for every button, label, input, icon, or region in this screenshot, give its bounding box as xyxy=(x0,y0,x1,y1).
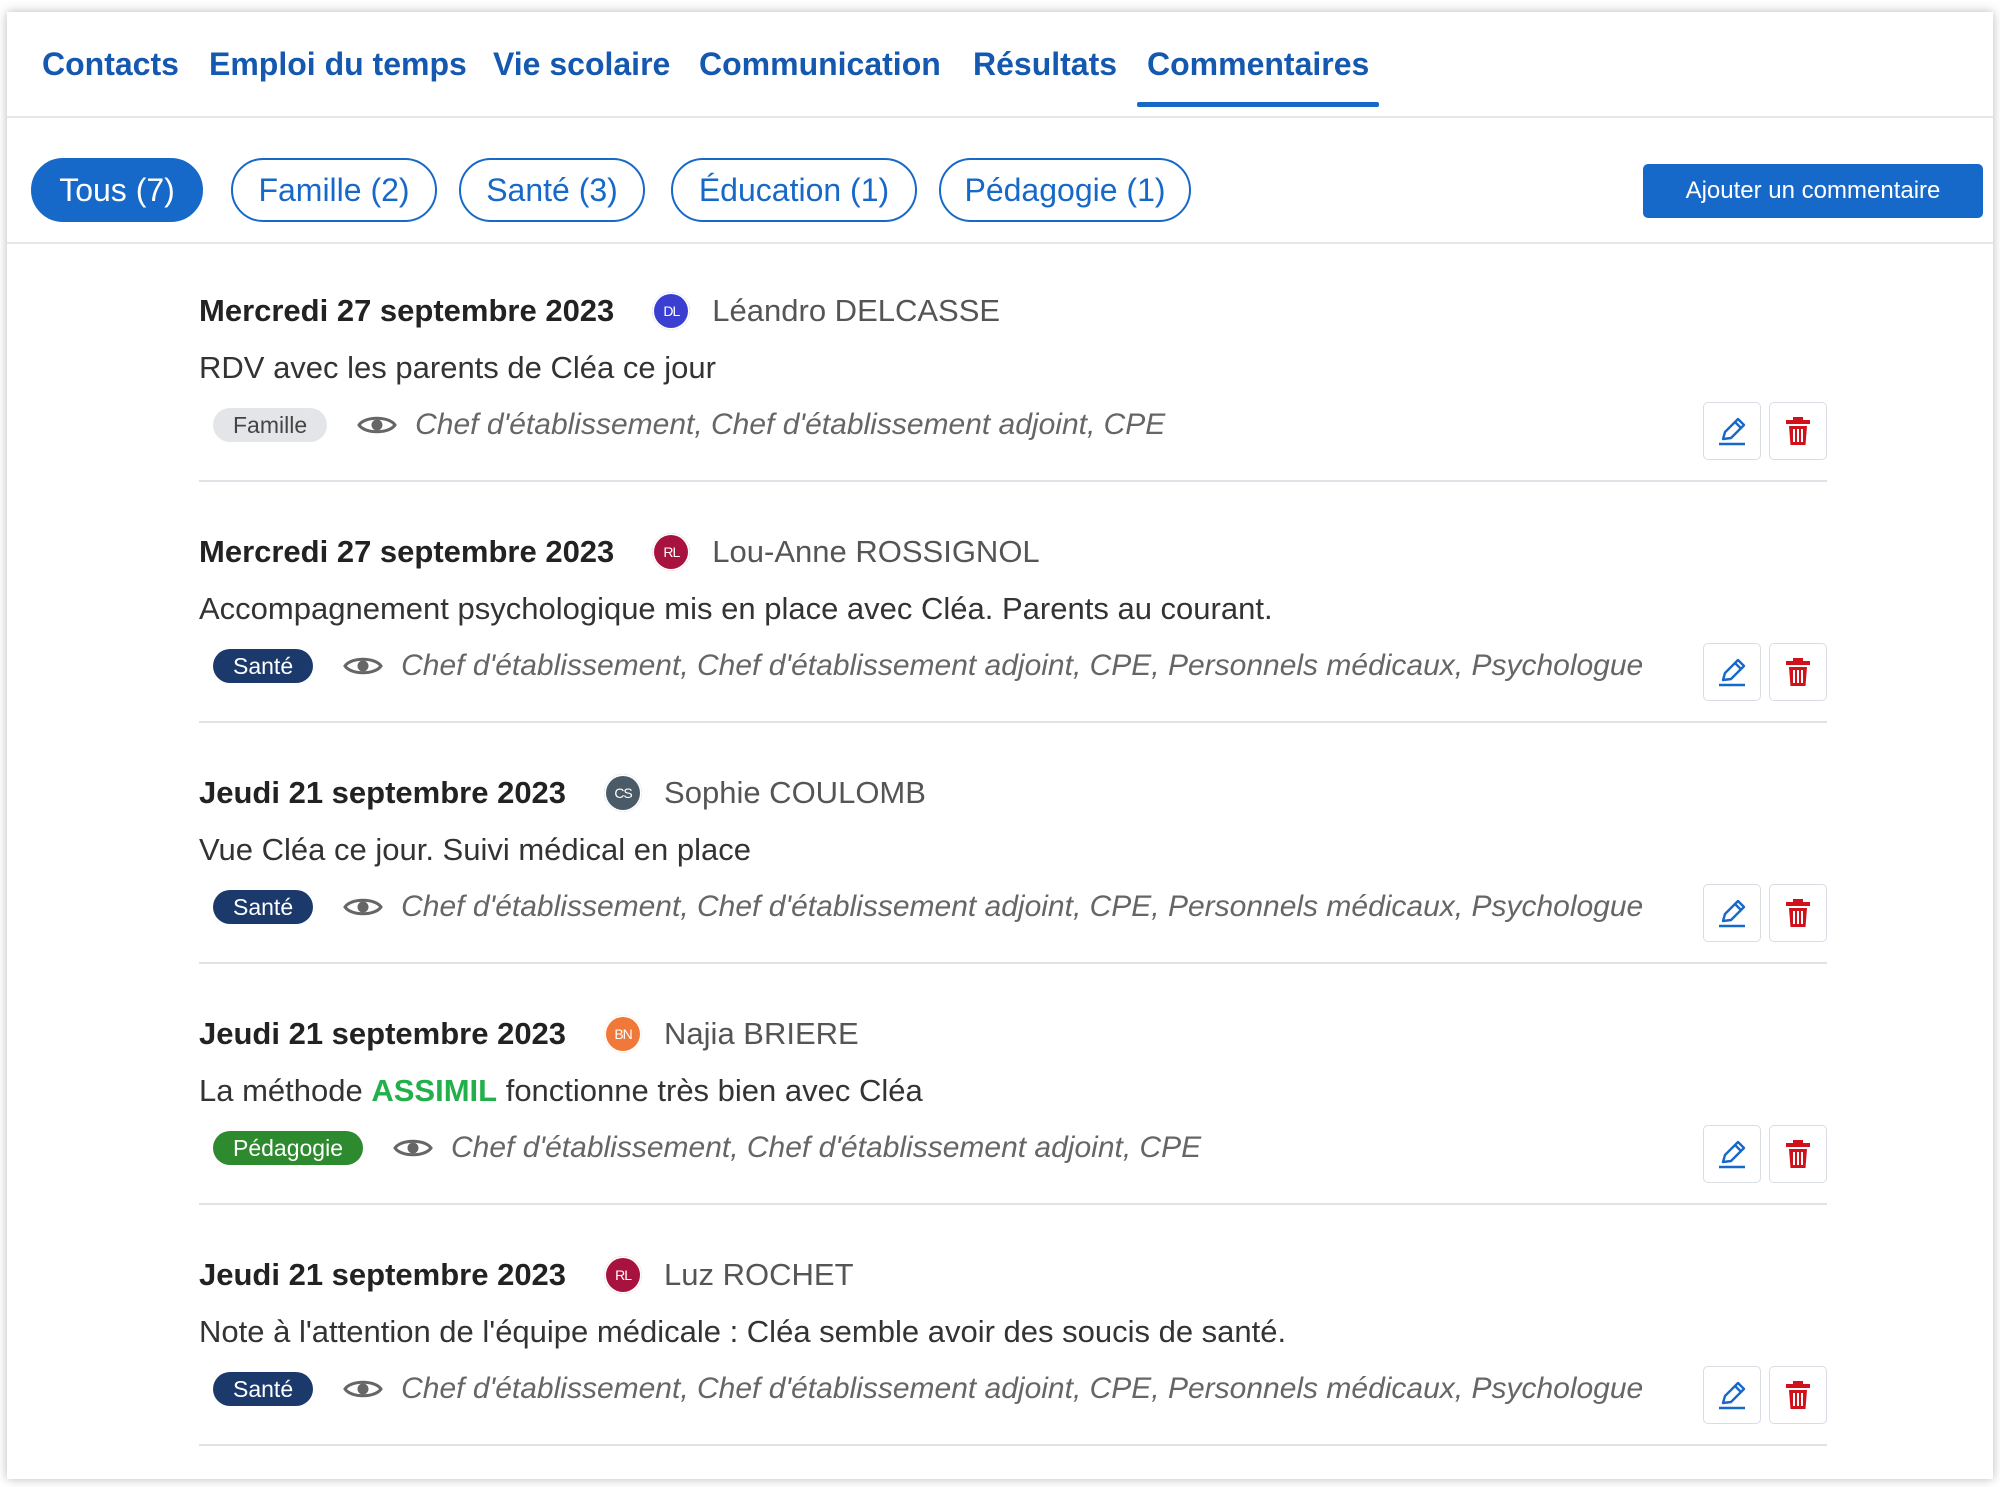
comment-item: Mercredi 27 septembre 2023 DL Léandro DE… xyxy=(199,244,1827,482)
tab-contacts[interactable]: Contacts xyxy=(42,46,179,83)
comment-date: Jeudi 21 septembre 2023 xyxy=(199,775,567,810)
comment-meta: Pédagogie Chef d'établissement, Chef d'é… xyxy=(213,1131,1201,1165)
comment-header: Mercredi 27 septembre 2023 DL Léandro DE… xyxy=(199,292,1000,330)
comment-item: Jeudi 21 septembre 2023 BN Najia BRIERE … xyxy=(199,967,1827,1205)
visibility-list: Chef d'établissement, Chef d'établisseme… xyxy=(401,890,1644,923)
category-tag: Santé xyxy=(213,890,314,924)
author-name[interactable]: Sophie COULOMB xyxy=(664,775,926,811)
comment-header: Mercredi 27 septembre 2023 RL Lou-Anne R… xyxy=(199,533,1040,571)
delete-button[interactable] xyxy=(1769,884,1827,942)
comment-actions xyxy=(1703,402,1827,460)
comment-item: Jeudi 21 septembre 2023 CS Sophie COULOM… xyxy=(199,726,1827,964)
category-tag: Santé xyxy=(213,649,314,683)
comment-text: Accompagnement psychologique mis en plac… xyxy=(199,591,1273,626)
comment-text: Note à l'attention de l'équipe médicale … xyxy=(199,1314,1287,1349)
tab-bar: Contacts Emploi du temps Vie scolaire Co… xyxy=(7,12,1993,118)
filter-education[interactable]: Éducation (1) xyxy=(671,158,917,222)
tab-commentaires[interactable]: Commentaires xyxy=(1136,46,1380,107)
author-avatar: DL xyxy=(652,292,691,330)
tab-emploi-du-temps[interactable]: Emploi du temps xyxy=(209,46,467,83)
comment-item: Mercredi 27 septembre 2023 RL Lou-Anne R… xyxy=(199,485,1827,723)
comment-actions xyxy=(1703,1366,1827,1424)
pencil-icon xyxy=(1719,899,1746,928)
trash-icon xyxy=(1786,658,1810,686)
author-name[interactable]: Najia BRIERE xyxy=(664,1016,859,1052)
author-avatar: CS xyxy=(604,774,643,812)
delete-button[interactable] xyxy=(1769,1366,1827,1424)
comment-header: Jeudi 21 septembre 2023 CS Sophie COULOM… xyxy=(199,774,926,812)
trash-icon xyxy=(1786,1140,1810,1168)
eye-icon xyxy=(343,657,383,675)
filter-pedagogie[interactable]: Pédagogie (1) xyxy=(939,158,1191,222)
author-avatar: RL xyxy=(604,1256,643,1294)
visibility-list: Chef d'établissement, Chef d'établisseme… xyxy=(451,1131,1202,1164)
author-name[interactable]: Lou-Anne ROSSIGNOL xyxy=(712,534,1039,570)
add-comment-button[interactable]: Ajouter un commentaire xyxy=(1643,164,1983,218)
comment-text-part: fonctionne très bien avec Cléa xyxy=(497,1073,923,1108)
tab-resultats[interactable]: Résultats xyxy=(973,46,1117,83)
visibility-list: Chef d'établissement, Chef d'établisseme… xyxy=(401,1372,1644,1405)
comment-date: Jeudi 21 septembre 2023 xyxy=(199,1257,567,1292)
trash-icon xyxy=(1786,899,1810,927)
delete-button[interactable] xyxy=(1769,1125,1827,1183)
category-tag: Famille xyxy=(213,408,328,442)
filter-bar: Tous (7) Famille (2) Santé (3) Éducation… xyxy=(7,118,1993,244)
filter-tous[interactable]: Tous (7) xyxy=(31,158,203,222)
comment-meta: Famille Chef d'établissement, Chef d'éta… xyxy=(213,408,1165,442)
pencil-icon xyxy=(1719,658,1746,687)
comment-text-highlight: ASSIMIL xyxy=(371,1073,498,1108)
eye-icon xyxy=(343,898,383,916)
comment-list: Mercredi 27 septembre 2023 DL Léandro DE… xyxy=(199,244,1827,1449)
comment-date: Jeudi 21 septembre 2023 xyxy=(199,1016,567,1051)
comment-date: Mercredi 27 septembre 2023 xyxy=(199,534,615,569)
eye-icon xyxy=(343,1380,383,1398)
eye-icon xyxy=(393,1139,433,1157)
edit-button[interactable] xyxy=(1703,884,1761,942)
trash-icon xyxy=(1786,1381,1810,1409)
author-name[interactable]: Luz ROCHET xyxy=(664,1257,853,1293)
edit-button[interactable] xyxy=(1703,402,1761,460)
pencil-icon xyxy=(1719,417,1746,446)
comment-header: Jeudi 21 septembre 2023 BN Najia BRIERE xyxy=(199,1015,859,1053)
comment-date: Mercredi 27 septembre 2023 xyxy=(199,293,615,328)
pencil-icon xyxy=(1719,1140,1746,1169)
category-tag: Pédagogie xyxy=(213,1131,363,1165)
comment-text: La méthode ASSIMIL fonctionne très bien … xyxy=(199,1073,923,1109)
author-avatar: RL xyxy=(652,533,691,571)
comment-text: RDV avec les parents de Cléa ce jour xyxy=(199,350,716,385)
comment-text: Vue Cléa ce jour. Suivi médical en place xyxy=(199,832,751,867)
delete-button[interactable] xyxy=(1769,402,1827,460)
edit-button[interactable] xyxy=(1703,1125,1761,1183)
comments-panel: Contacts Emploi du temps Vie scolaire Co… xyxy=(7,12,1993,1479)
pencil-icon xyxy=(1719,1381,1746,1410)
tab-communication[interactable]: Communication xyxy=(699,46,941,83)
author-avatar: BN xyxy=(604,1015,643,1053)
edit-button[interactable] xyxy=(1703,643,1761,701)
comment-meta: Santé Chef d'établissement, Chef d'établ… xyxy=(213,649,1643,683)
comment-actions xyxy=(1703,1125,1827,1183)
comment-actions xyxy=(1703,643,1827,701)
comment-text-part: La méthode xyxy=(199,1073,372,1108)
delete-button[interactable] xyxy=(1769,643,1827,701)
trash-icon xyxy=(1786,417,1810,445)
filter-famille[interactable]: Famille (2) xyxy=(231,158,437,222)
comment-item: Jeudi 21 septembre 2023 RL Luz ROCHET No… xyxy=(199,1208,1827,1446)
eye-icon xyxy=(357,416,397,434)
comment-meta: Santé Chef d'établissement, Chef d'établ… xyxy=(213,1372,1643,1406)
tab-vie-scolaire[interactable]: Vie scolaire xyxy=(493,46,670,83)
comment-meta: Santé Chef d'établissement, Chef d'établ… xyxy=(213,890,1643,924)
visibility-list: Chef d'établissement, Chef d'établisseme… xyxy=(415,408,1166,441)
comment-actions xyxy=(1703,884,1827,942)
filter-sante[interactable]: Santé (3) xyxy=(459,158,645,222)
author-name[interactable]: Léandro DELCASSE xyxy=(712,293,1000,329)
comment-header: Jeudi 21 septembre 2023 RL Luz ROCHET xyxy=(199,1256,854,1294)
visibility-list: Chef d'établissement, Chef d'établisseme… xyxy=(401,649,1644,682)
edit-button[interactable] xyxy=(1703,1366,1761,1424)
category-tag: Santé xyxy=(213,1372,314,1406)
